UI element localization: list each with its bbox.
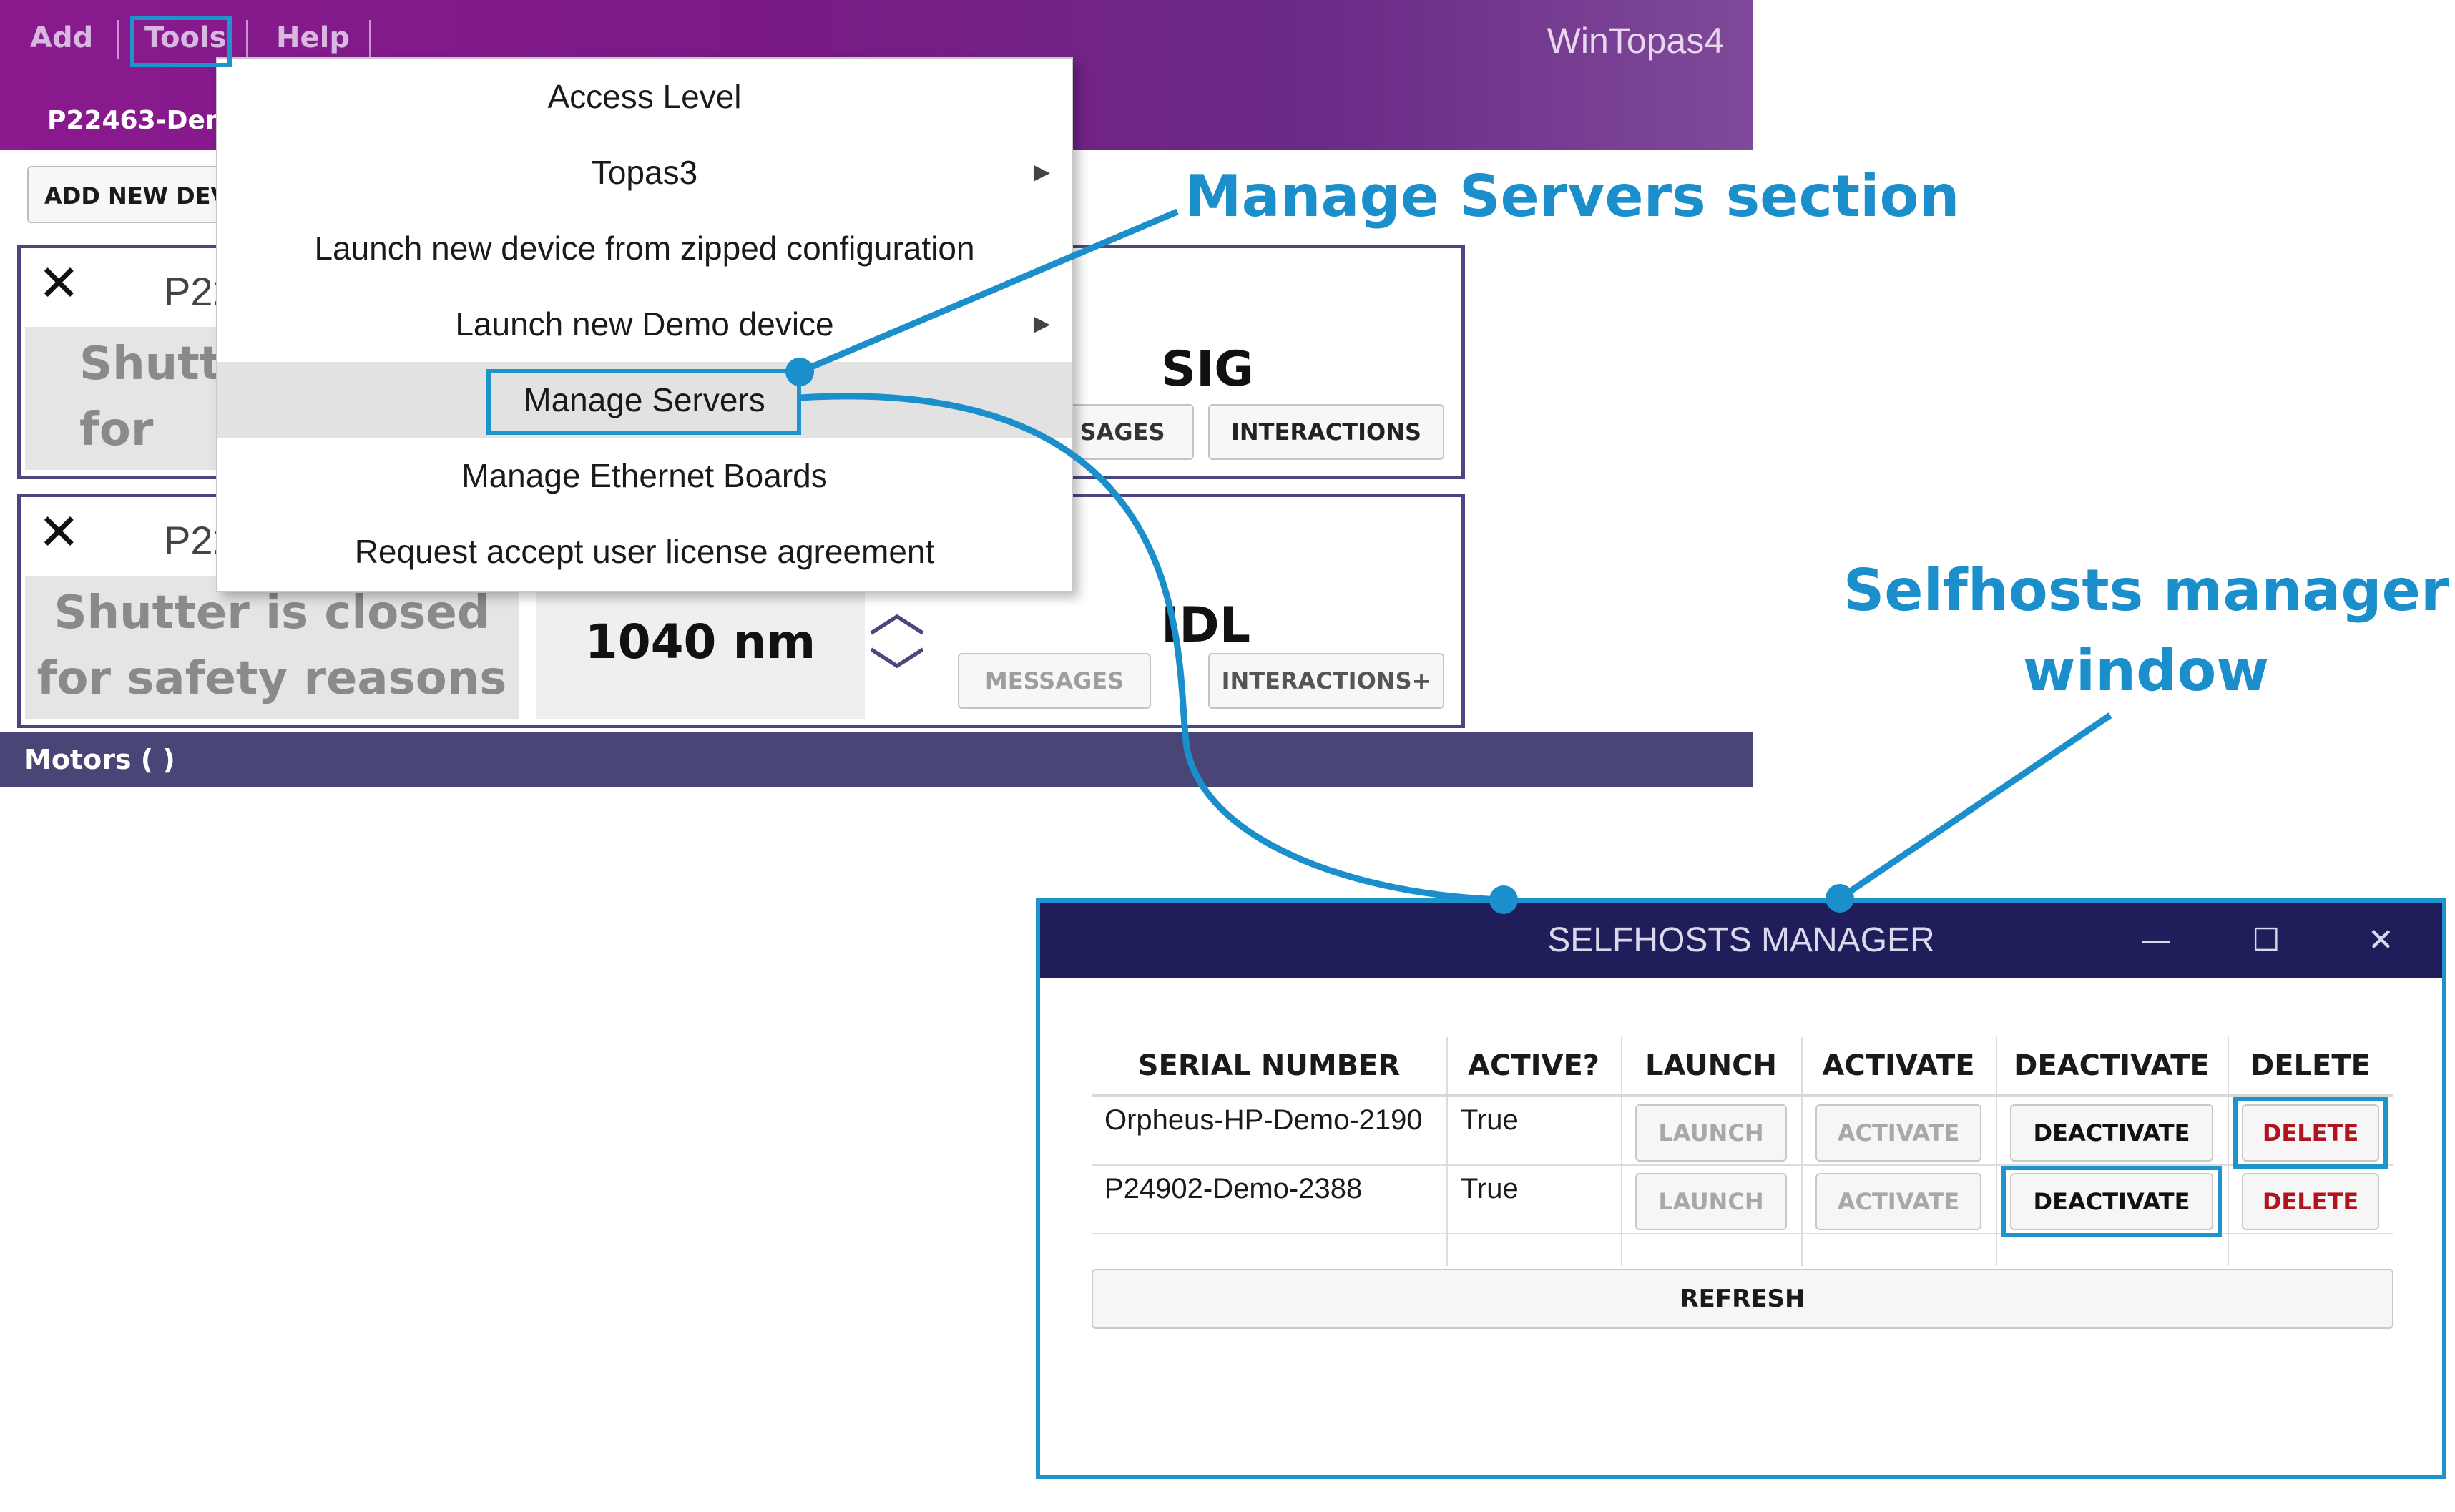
connector-line bbox=[1838, 712, 2112, 901]
connector-line bbox=[798, 208, 1179, 375]
annotation-connectors bbox=[785, 208, 2112, 914]
connector-dot bbox=[785, 358, 814, 386]
connector-dot bbox=[1489, 885, 1518, 914]
connector-curve bbox=[799, 393, 1504, 903]
connector-dot bbox=[1826, 884, 1854, 913]
